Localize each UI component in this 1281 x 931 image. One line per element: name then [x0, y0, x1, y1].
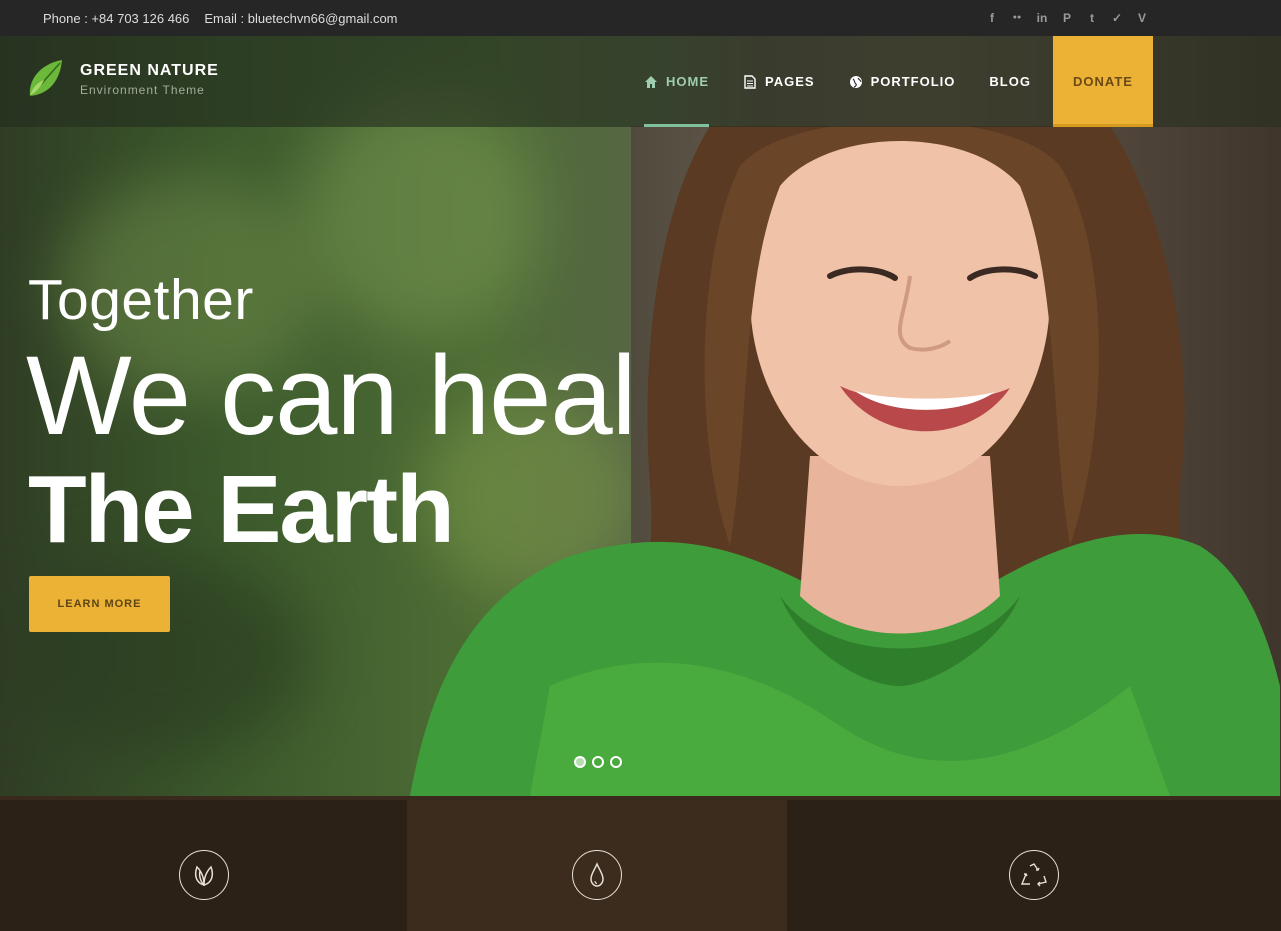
- nav-item-home[interactable]: HOME: [644, 36, 709, 127]
- globe-icon: [849, 75, 862, 88]
- brand-name: GREEN NATURE: [80, 61, 219, 79]
- features-strip: [0, 796, 1281, 931]
- email-text[interactable]: Email : bluetechvn66@gmail.com: [204, 11, 397, 26]
- nav-item-blog[interactable]: BLOG: [989, 36, 1031, 127]
- feature-item[interactable]: [407, 800, 787, 931]
- leaf-logo-icon: [29, 60, 62, 97]
- tumblr-icon[interactable]: t: [1085, 11, 1099, 25]
- hero-line-3: The Earth: [28, 456, 455, 563]
- leaf-icon: [194, 865, 213, 886]
- twitter-icon[interactable]: ✓: [1110, 11, 1124, 25]
- nav-item-label: HOME: [666, 74, 709, 89]
- flickr-icon[interactable]: ●●: [1010, 11, 1024, 25]
- social-links: f ●● in P t ✓ V: [985, 0, 1149, 36]
- smiling-girl-image: [410, 126, 1280, 796]
- learn-more-button[interactable]: LEARN MORE: [29, 576, 170, 632]
- water-drop-icon: [590, 862, 604, 887]
- brand-logo[interactable]: GREEN NATURE Environment Theme: [26, 58, 219, 100]
- slider-dot[interactable]: [592, 756, 604, 768]
- slider-pagination: [574, 756, 622, 768]
- phone-text: Phone : +84 703 126 466: [43, 10, 190, 26]
- hero-line-2: We can heal: [26, 333, 637, 458]
- linkedin-icon[interactable]: in: [1035, 11, 1049, 25]
- contact-info: Phone : +84 703 126 466 Email : bluetech…: [43, 0, 398, 36]
- nav-item-pages[interactable]: PAGES: [743, 36, 815, 127]
- nav-item-label: PORTFOLIO: [870, 74, 956, 89]
- feature-item[interactable]: [787, 800, 1281, 931]
- feature-item[interactable]: [0, 800, 407, 931]
- home-icon: [645, 75, 657, 88]
- page-icon: [744, 74, 756, 89]
- slider-dot[interactable]: [574, 756, 586, 768]
- nav-item-portfolio[interactable]: PORTFOLIO: [849, 36, 956, 127]
- hero-line-1: Together: [28, 268, 254, 332]
- feature-icon-circle: [572, 850, 622, 900]
- nav-item-label: PAGES: [765, 74, 815, 89]
- facebook-icon[interactable]: f: [985, 11, 999, 25]
- pinterest-icon[interactable]: P: [1060, 11, 1074, 25]
- brand-tagline: Environment Theme: [80, 82, 205, 97]
- donate-button[interactable]: DONATE: [1053, 36, 1153, 127]
- nav-item-label: BLOG: [989, 74, 1031, 89]
- top-bar: Phone : +84 703 126 466 Email : bluetech…: [0, 0, 1281, 36]
- nav-menu: HOME PAGES PORTFOLIO BLOG: [644, 36, 1065, 127]
- feature-icon-circle: [178, 850, 229, 900]
- slider-dot[interactable]: [610, 756, 622, 768]
- recycle-icon: [1020, 863, 1047, 887]
- feature-icon-circle: [1009, 850, 1059, 900]
- vimeo-icon[interactable]: V: [1135, 11, 1149, 25]
